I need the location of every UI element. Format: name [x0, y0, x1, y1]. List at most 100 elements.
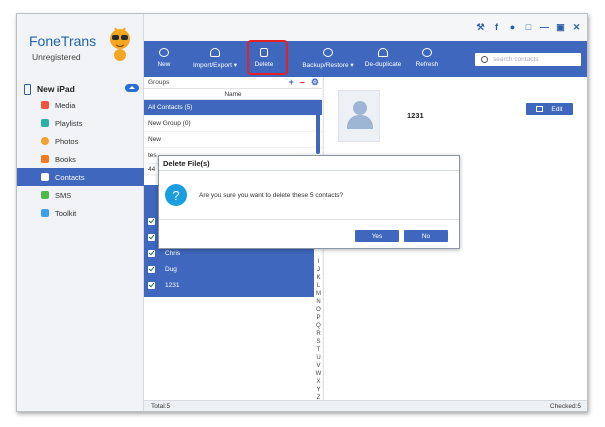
checkbox[interactable]	[148, 233, 155, 241]
photos-icon	[41, 137, 49, 145]
alphabet-letter[interactable]: K	[315, 274, 322, 282]
brand: FoneTrans Unregistered	[29, 33, 96, 62]
eject-icon[interactable]	[125, 84, 139, 92]
dialog-body: ? Are you sure you want to delete these …	[159, 171, 459, 219]
checkbox[interactable]	[148, 217, 155, 225]
alphabet-letter[interactable]: M	[315, 290, 322, 298]
avatar-body-icon	[347, 115, 373, 129]
status-bar: Total:5 Checked:5	[144, 400, 587, 411]
facebook-icon[interactable]: f	[492, 23, 501, 32]
contacts-icon	[41, 173, 49, 181]
alphabet-letter[interactable]: L	[315, 282, 322, 290]
search-input[interactable]: search contacts	[493, 56, 539, 63]
no-button[interactable]: No	[404, 230, 448, 242]
playlists-icon	[41, 119, 49, 127]
window-controls: ⚒ f ● □ — ▣ ✕	[476, 23, 581, 32]
dialog-title: Delete File(s)	[159, 156, 459, 171]
contact-row[interactable]: 1231	[144, 277, 314, 293]
sidebar-item-label: Toolkit	[55, 208, 77, 218]
alphabet-letter[interactable]: O	[315, 306, 322, 314]
sidebar-item-toolkit[interactable]: Toolkit	[17, 204, 144, 222]
sidebar-item-label: Photos	[55, 136, 79, 146]
yes-button[interactable]: Yes	[355, 230, 399, 242]
sidebar-item-media[interactable]: Media	[17, 96, 144, 114]
edit-button[interactable]: Edit	[526, 103, 573, 115]
refresh-icon	[422, 48, 432, 57]
sidebar-item-label: Contacts	[55, 172, 85, 182]
media-icon	[41, 101, 49, 109]
contact-name: 1231	[407, 111, 424, 120]
alphabet-letter[interactable]: T	[315, 346, 322, 354]
dialog-message: Are you sure you want to delete these 5 …	[199, 191, 344, 199]
sidebar-item-photos[interactable]: Photos	[17, 132, 144, 150]
backup-restore-button[interactable]: Backup/Restore ▾	[300, 41, 356, 77]
app-window: FoneTrans Unregistered New iPad Media Pl…	[16, 13, 588, 412]
add-group-icon[interactable]: +	[289, 78, 294, 87]
new-label: New	[157, 61, 171, 68]
total-count: Total:5	[151, 403, 171, 410]
maximize-icon[interactable]: ▣	[556, 23, 565, 32]
mascot-logo-icon	[110, 27, 130, 61]
alphabet-letter[interactable]: I	[315, 258, 322, 266]
close-icon[interactable]: ✕	[572, 23, 581, 32]
sidebar-item-contacts[interactable]: Contacts	[17, 168, 144, 186]
dialog-footer: Yes No	[159, 219, 459, 248]
device-row[interactable]: New iPad	[21, 82, 143, 96]
group-item[interactable]: New	[144, 132, 322, 148]
books-icon	[41, 155, 49, 163]
deduplicate-label: De-duplicate	[364, 61, 402, 68]
search-icon	[481, 56, 488, 63]
avatar-head-icon	[353, 101, 367, 115]
alphabet-letter[interactable]: P	[315, 314, 322, 322]
remove-group-icon[interactable]: –	[300, 78, 305, 87]
minimize-icon[interactable]: —	[540, 23, 549, 32]
avatar	[338, 90, 380, 142]
alphabet-letter[interactable]: W	[315, 370, 322, 378]
settings-icon[interactable]: ⚙	[311, 78, 319, 87]
checkbox[interactable]	[148, 249, 155, 257]
users-icon	[378, 48, 388, 57]
plus-icon	[159, 48, 169, 57]
alphabet-letter[interactable]: Q	[315, 322, 322, 330]
alphabet-letter[interactable]: S	[315, 338, 322, 346]
chat-icon[interactable]: ●	[508, 23, 517, 32]
search-box[interactable]: search contacts	[475, 53, 581, 66]
feedback-icon[interactable]: □	[524, 23, 533, 32]
delete-dialog: Delete File(s) ? Are you sure you want t…	[158, 155, 460, 249]
refresh-label: Refresh	[415, 61, 439, 68]
alphabet-letter[interactable]: J	[315, 266, 322, 274]
alphabet-index: IJKLMNOPQRSTUVWXYZ#	[315, 258, 322, 410]
checkbox[interactable]	[148, 265, 155, 273]
group-actions: + – ⚙	[289, 78, 319, 87]
import-export-button[interactable]: Import/Export ▾	[190, 41, 240, 77]
edit-icon	[536, 106, 544, 112]
contact-row[interactable]: Dug	[144, 261, 314, 277]
alphabet-letter[interactable]: V	[315, 362, 322, 370]
checkbox[interactable]	[148, 281, 155, 289]
question-icon: ?	[165, 184, 187, 206]
sidebar-item-playlists[interactable]: Playlists	[17, 114, 144, 132]
group-all-contacts[interactable]: All Contacts (5)	[144, 100, 322, 116]
toolkit-icon	[41, 209, 49, 217]
sidebar-item-label: SMS	[55, 190, 72, 200]
sidebar-item-sms[interactable]: SMS	[17, 186, 144, 204]
app-name: FoneTrans	[29, 33, 97, 49]
new-button[interactable]: New	[150, 41, 178, 77]
alphabet-letter[interactable]: R	[315, 330, 322, 338]
alphabet-letter[interactable]: X	[315, 378, 322, 386]
alphabet-letter[interactable]: Y	[315, 386, 322, 394]
edit-label: Edit	[551, 105, 563, 113]
scrollbar[interactable]	[316, 104, 320, 154]
group-item[interactable]: New Group (0)	[144, 116, 322, 132]
device-label: New iPad	[37, 84, 75, 94]
alphabet-letter[interactable]: N	[315, 298, 322, 306]
deduplicate-button[interactable]: De-duplicate	[362, 41, 404, 77]
refresh-button[interactable]: Refresh	[412, 41, 442, 77]
alphabet-letter[interactable]: U	[315, 354, 322, 362]
name-column-header[interactable]: Name	[144, 89, 322, 100]
checked-count: Checked:5	[549, 403, 581, 410]
sidebar-item-books[interactable]: Books	[17, 150, 144, 168]
ipad-icon	[24, 83, 31, 95]
groups-title: Groups	[148, 79, 170, 86]
wrench-icon[interactable]: ⚒	[476, 23, 485, 32]
